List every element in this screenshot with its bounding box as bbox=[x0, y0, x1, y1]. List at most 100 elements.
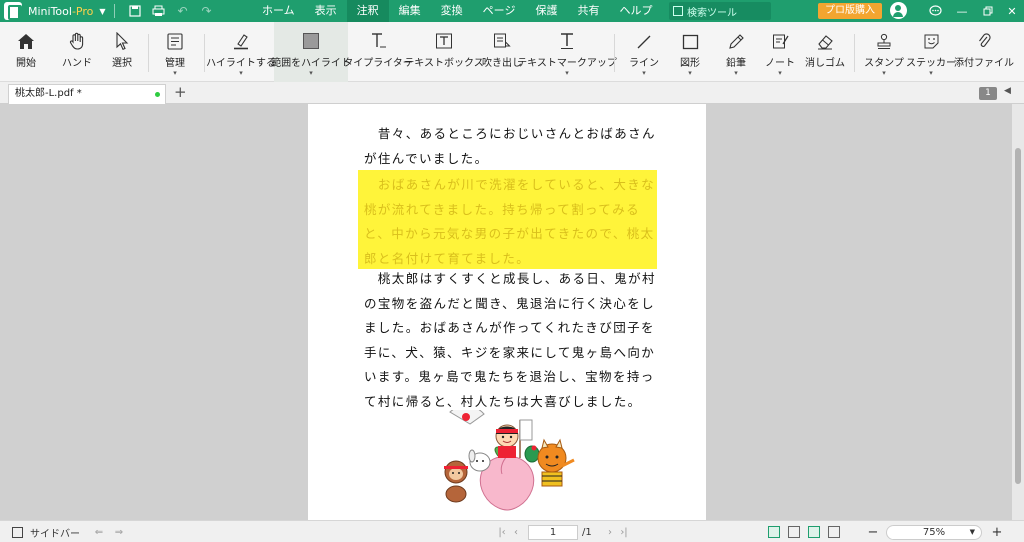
redo-icon[interactable]: ↷ bbox=[195, 0, 219, 22]
chevron-down-icon: ▾ bbox=[778, 69, 782, 77]
manage-icon bbox=[167, 33, 183, 50]
highlight-button[interactable]: ハイライトする ▾ bbox=[206, 22, 276, 82]
app-menu-caret-icon[interactable]: ▼ bbox=[99, 7, 105, 16]
document-tabs: 桃太郎-L.pdf * + 1 ◀ bbox=[0, 82, 1024, 104]
home-icon bbox=[18, 34, 34, 49]
prev-page-icon[interactable]: ‹ bbox=[510, 521, 522, 542]
select-label: 選択 bbox=[112, 58, 132, 69]
chevron-down-icon: ▾ bbox=[882, 69, 886, 77]
typewriter-button[interactable]: タイプライター bbox=[343, 22, 413, 82]
total-pages: /1 bbox=[582, 526, 592, 538]
momotaro-illustration bbox=[444, 410, 575, 511]
stamp-icon bbox=[877, 33, 891, 49]
app-logo-icon bbox=[4, 2, 22, 20]
pencil-label: 鉛筆 bbox=[726, 58, 746, 69]
first-page-icon[interactable]: |‹ bbox=[496, 521, 508, 542]
scroll-view-icon[interactable] bbox=[806, 521, 822, 542]
cursor-icon bbox=[116, 32, 129, 50]
two-page-view-icon[interactable] bbox=[786, 521, 802, 542]
zoom-out-icon[interactable]: − bbox=[866, 521, 880, 542]
zoom-in-icon[interactable]: + bbox=[990, 521, 1004, 542]
home-button[interactable]: 開始 bbox=[4, 22, 48, 82]
shape-button[interactable]: 図形 ▾ bbox=[668, 22, 712, 82]
sidebar-toggle-icon[interactable] bbox=[10, 521, 24, 542]
attach-file-button[interactable]: 添付ファイル bbox=[954, 22, 1014, 82]
minimize-icon[interactable]: — bbox=[948, 0, 976, 22]
document-tab[interactable]: 桃太郎-L.pdf * bbox=[8, 84, 166, 104]
page-count-badge: 1 bbox=[979, 87, 997, 100]
menu-convert[interactable]: 変換 bbox=[431, 0, 473, 22]
menu-protect[interactable]: 保護 bbox=[525, 0, 567, 22]
chevron-down-icon: ▾ bbox=[734, 69, 738, 77]
typewriter-icon bbox=[372, 33, 386, 48]
vertical-scrollbar[interactable] bbox=[1012, 104, 1024, 520]
hand-tool-button[interactable]: ハンド bbox=[54, 22, 100, 82]
chevron-down-icon: ▾ bbox=[688, 69, 692, 77]
document-viewport[interactable]: 昔々、あるところにおじいさんとおばあさんが住んでいました。 おばあさんが川で洗濯… bbox=[0, 104, 1012, 520]
account-avatar-icon[interactable] bbox=[890, 2, 907, 19]
rectangle-icon bbox=[682, 34, 698, 50]
menu-share[interactable]: 共有 bbox=[567, 0, 609, 22]
line-button[interactable]: ライン ▾ bbox=[622, 22, 666, 82]
eraser-icon bbox=[818, 35, 833, 50]
menu-view[interactable]: 表示 bbox=[305, 0, 347, 22]
status-bar: サイドバー ⇐ ⇒ |‹ ‹ 1 /1 › ›| − 75% ▼ + bbox=[0, 520, 1024, 542]
select-tool-button[interactable]: 選択 bbox=[100, 22, 144, 82]
document-tab-title: 桃太郎-L.pdf * bbox=[15, 88, 82, 99]
search-tools-input[interactable]: 検索ツール bbox=[669, 2, 771, 20]
thumbnail-view-icon[interactable] bbox=[826, 521, 842, 542]
callout-button[interactable]: 吹き出し bbox=[480, 22, 524, 82]
paperclip-icon bbox=[979, 33, 991, 47]
tab-list-chevron-icon[interactable]: ◀ bbox=[1004, 86, 1011, 96]
paragraph-1: 昔々、あるところにおじいさんとおばあさんが住んでいました。 bbox=[364, 126, 656, 166]
zoom-value: 75% bbox=[922, 527, 946, 538]
feedback-icon[interactable] bbox=[921, 0, 949, 22]
close-icon[interactable]: ✕ bbox=[998, 0, 1024, 22]
textbox-button[interactable]: テキストボックス bbox=[404, 22, 484, 82]
save-icon[interactable] bbox=[123, 0, 147, 22]
search-icon bbox=[673, 6, 683, 16]
title-bar: MiniTool-Pro ▼ ↶ ↷ ホーム 表示 注釈 編集 変換 ページ 保… bbox=[0, 0, 1024, 22]
main-menu: ホーム 表示 注釈 編集 変換 ページ 保護 共有 ヘルプ bbox=[252, 0, 662, 22]
unsaved-indicator-icon bbox=[155, 92, 160, 97]
hand-icon bbox=[69, 32, 84, 50]
menu-home[interactable]: ホーム bbox=[252, 0, 305, 22]
scrollbar-thumb[interactable] bbox=[1015, 148, 1021, 484]
chevron-down-icon: ▾ bbox=[642, 69, 646, 77]
note-button[interactable]: ノート ▾ bbox=[758, 22, 802, 82]
text-markup-label: テキストマークアップ bbox=[517, 58, 617, 69]
callout-label: 吹き出し bbox=[482, 58, 522, 69]
forward-icon[interactable]: ⇒ bbox=[112, 521, 126, 542]
undo-icon[interactable]: ↶ bbox=[171, 0, 195, 22]
paragraph-2-highlighted: おばあさんが川で洗濯をしていると、大きな桃が流れてきました。持ち帰って割ってみる… bbox=[364, 177, 656, 266]
sticker-button[interactable]: ステッカー ▾ bbox=[906, 22, 956, 82]
note-label: ノート bbox=[765, 58, 795, 69]
text-markup-button[interactable]: テキストマークアップ ▾ bbox=[517, 22, 617, 82]
single-page-view-icon[interactable] bbox=[766, 521, 782, 542]
menu-help[interactable]: ヘルプ bbox=[609, 0, 662, 22]
add-tab-icon[interactable]: + bbox=[174, 83, 187, 101]
area-highlight-icon bbox=[303, 33, 319, 49]
print-icon[interactable] bbox=[147, 0, 171, 22]
eraser-label: 消しゴム bbox=[805, 58, 845, 69]
area-highlight-button[interactable]: 範囲をハイライト ▾ bbox=[271, 22, 351, 82]
eraser-button[interactable]: 消しゴム bbox=[802, 22, 848, 82]
manage-button[interactable]: 管理 ▾ bbox=[152, 22, 198, 82]
pdf-page[interactable]: 昔々、あるところにおじいさんとおばあさんが住んでいました。 おばあさんが川で洗濯… bbox=[308, 104, 706, 520]
next-page-icon[interactable]: › bbox=[604, 521, 616, 542]
sidebar-label[interactable]: サイドバー bbox=[30, 521, 80, 542]
last-page-icon[interactable]: ›| bbox=[618, 521, 630, 542]
menu-edit[interactable]: 編集 bbox=[389, 0, 431, 22]
back-icon[interactable]: ⇐ bbox=[92, 521, 106, 542]
stamp-button[interactable]: スタンプ ▾ bbox=[862, 22, 906, 82]
paragraph-3: 桃太郎はすくすくと成長し、ある日、鬼が村の宝物を盗んだと聞き、鬼退治に行く決心を… bbox=[364, 271, 656, 409]
buy-pro-button[interactable]: プロ版購入 bbox=[818, 3, 882, 19]
home-label: 開始 bbox=[16, 58, 36, 69]
pencil-button[interactable]: 鉛筆 ▾ bbox=[714, 22, 758, 82]
menu-page[interactable]: ページ bbox=[473, 0, 526, 22]
zoom-select[interactable]: 75% ▼ bbox=[886, 525, 982, 540]
page-number-input[interactable]: 1 bbox=[528, 525, 578, 540]
menu-annotate[interactable]: 注釈 bbox=[346, 0, 389, 22]
chevron-down-icon: ▾ bbox=[309, 69, 313, 77]
chevron-down-icon: ▼ bbox=[969, 528, 975, 536]
